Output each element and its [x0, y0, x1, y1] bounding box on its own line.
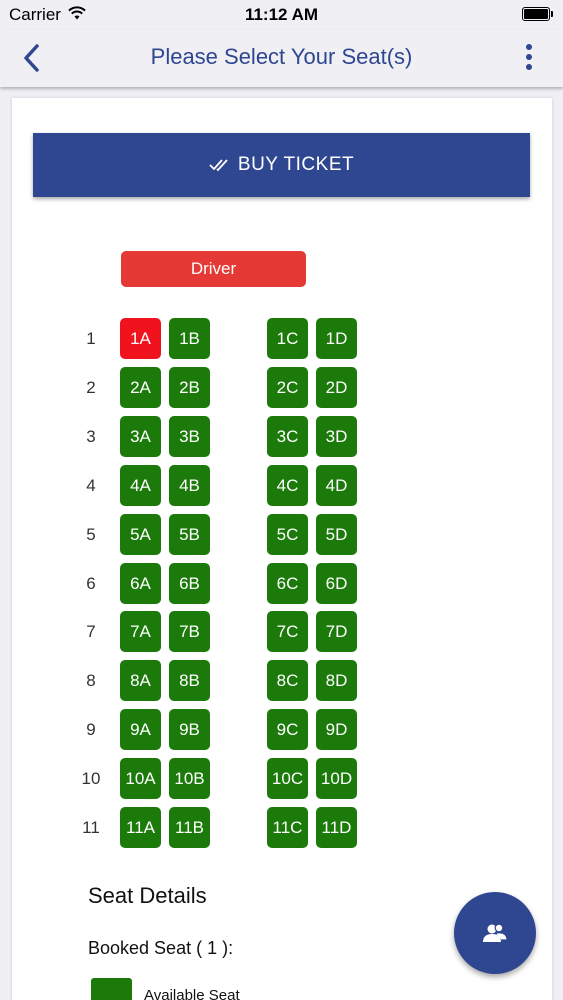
seat-7a[interactable]: 7A [120, 611, 161, 652]
seat-2b[interactable]: 2B [169, 367, 210, 408]
seat-6c[interactable]: 6C [267, 563, 308, 604]
seat-9d[interactable]: 9D [316, 709, 357, 750]
seat-details-title: Seat Details [88, 883, 207, 908]
seat-8a[interactable]: 8A [120, 660, 161, 701]
seat-5d[interactable]: 5D [316, 514, 357, 555]
seat-2c[interactable]: 2C [267, 367, 308, 408]
seat-6a[interactable]: 6A [120, 563, 161, 604]
seat-9a[interactable]: 9A [120, 709, 161, 750]
row-number: 9 [86, 720, 96, 739]
passengers-fab[interactable] [454, 892, 536, 974]
seat-8b[interactable]: 8B [169, 660, 210, 701]
seat-3d[interactable]: 3D [316, 416, 357, 457]
battery-icon [522, 7, 554, 21]
seat-10b[interactable]: 10B [169, 758, 210, 799]
seat-2a[interactable]: 2A [120, 367, 161, 408]
status-bar: Carrier 11:12 AM [0, 0, 563, 30]
seat-3c[interactable]: 3C [267, 416, 308, 457]
seat-4d[interactable]: 4D [316, 465, 357, 506]
seat-8c[interactable]: 8C [267, 660, 308, 701]
group-users-icon [483, 923, 508, 942]
row-number: 6 [86, 574, 96, 593]
row-number: 3 [86, 427, 96, 446]
seat-3a[interactable]: 3A [120, 416, 161, 457]
page-title: Please Select Your Seat(s) [150, 44, 413, 69]
row-number: 1 [86, 329, 96, 348]
seat-3b[interactable]: 3B [169, 416, 210, 457]
vertical-dots-icon[interactable] [522, 42, 536, 74]
seat-5b[interactable]: 5B [169, 514, 210, 555]
buy-ticket-button[interactable]: BUY TICKET [33, 133, 530, 197]
row-number: 7 [86, 622, 96, 641]
seat-10d[interactable]: 10D [316, 758, 357, 799]
seat-2d[interactable]: 2D [316, 367, 357, 408]
booked-seat-count: Booked Seat ( 1 ): [88, 938, 234, 958]
seat-11d[interactable]: 11D [316, 807, 357, 848]
seat-5a[interactable]: 5A [120, 514, 161, 555]
navigation-bar: Please Select Your Seat(s) [0, 30, 563, 87]
seat-5c[interactable]: 5C [267, 514, 308, 555]
seat-1a[interactable]: 1A [120, 318, 161, 359]
available-seat-swatch [91, 978, 132, 1000]
seat-6d[interactable]: 6D [316, 563, 357, 604]
seat-1b[interactable]: 1B [169, 318, 210, 359]
seat-11b[interactable]: 11B [169, 807, 210, 848]
seat-6b[interactable]: 6B [169, 563, 210, 604]
seat-7c[interactable]: 7C [267, 611, 308, 652]
seat-4c[interactable]: 4C [267, 465, 308, 506]
row-number: 8 [86, 671, 96, 690]
seat-4a[interactable]: 4A [120, 465, 161, 506]
seat-7b[interactable]: 7B [169, 611, 210, 652]
row-number: 10 [81, 769, 101, 788]
buy-ticket-label: BUY TICKET [237, 154, 355, 175]
seat-11a[interactable]: 11A [120, 807, 161, 848]
clock: 11:12 AM [244, 5, 319, 24]
row-number: 11 [82, 818, 100, 837]
seat-10c[interactable]: 10C [267, 758, 308, 799]
available-seat-legend: Available Seat [144, 987, 240, 1000]
row-number: 4 [86, 476, 96, 495]
seat-1d[interactable]: 1D [316, 318, 357, 359]
seat-1c[interactable]: 1C [267, 318, 308, 359]
seat-10a[interactable]: 10A [120, 758, 161, 799]
driver-seat: Driver [121, 251, 306, 287]
seat-4b[interactable]: 4B [169, 465, 210, 506]
double-check-icon [209, 159, 228, 172]
seat-7d[interactable]: 7D [316, 611, 357, 652]
seat-8d[interactable]: 8D [316, 660, 357, 701]
seat-9b[interactable]: 9B [169, 709, 210, 750]
row-number: 5 [86, 525, 96, 544]
seat-9c[interactable]: 9C [267, 709, 308, 750]
seat-11c[interactable]: 11C [267, 807, 308, 848]
row-number: 2 [86, 378, 96, 397]
